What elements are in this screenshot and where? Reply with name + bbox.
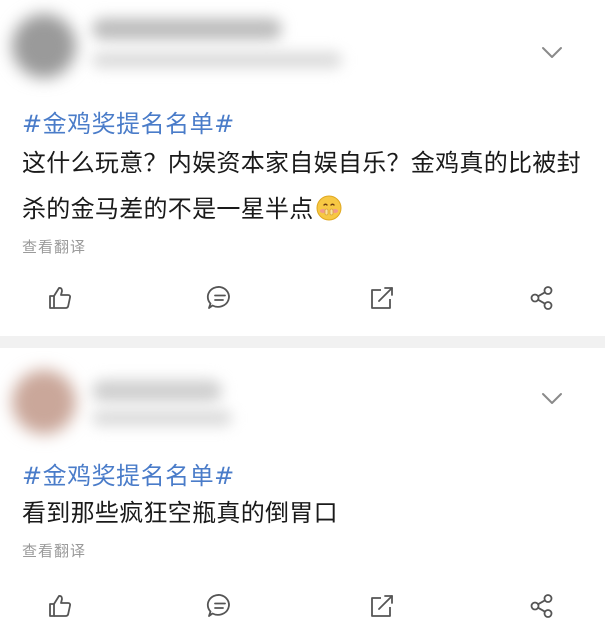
comment-button[interactable] <box>206 284 238 312</box>
repost-icon <box>371 595 393 617</box>
comment-button[interactable] <box>206 592 238 620</box>
avatar[interactable] <box>12 14 76 78</box>
chevron-down-icon[interactable] <box>541 46 563 60</box>
comment-icon <box>206 286 230 309</box>
like-button[interactable] <box>46 284 78 312</box>
chevron-down-icon[interactable] <box>541 392 563 406</box>
post-text: 这什么玩意？内娱资本家自娱自乐？金鸡真的比被封杀的金马差的不是一星半点 <box>22 140 592 232</box>
share-icon <box>530 594 553 618</box>
post-meta-blurred <box>92 52 342 68</box>
avatar[interactable] <box>12 370 76 434</box>
share-icon <box>530 286 553 310</box>
shy-face-emoji <box>316 195 342 221</box>
like-button[interactable] <box>46 592 78 620</box>
action-bar <box>0 278 605 318</box>
like-icon <box>49 287 71 309</box>
like-icon <box>49 595 71 617</box>
username-blurred[interactable] <box>92 380 222 402</box>
share-button[interactable] <box>528 592 560 620</box>
share-button[interactable] <box>528 284 560 312</box>
see-translation-link[interactable]: 查看翻译 <box>22 236 86 257</box>
post-text-body: 看到那些疯狂空瓶真的倒胃口 <box>22 499 338 527</box>
username-blurred[interactable] <box>92 18 282 40</box>
post-card: #金鸡奖提名名单# 看到那些疯狂空瓶真的倒胃口 查看翻译 <box>0 348 605 640</box>
repost-button[interactable] <box>368 592 400 620</box>
comment-icon <box>206 594 230 617</box>
action-bar <box>0 586 605 626</box>
repost-icon <box>371 287 393 309</box>
feed: #金鸡奖提名名单# 这什么玩意？内娱资本家自娱自乐？金鸡真的比被封杀的金马差的不… <box>0 0 605 640</box>
hashtag-link[interactable]: #金鸡奖提名名单# <box>22 104 235 139</box>
post-text: 看到那些疯狂空瓶真的倒胃口 <box>22 490 592 536</box>
repost-button[interactable] <box>368 284 400 312</box>
hashtag-link[interactable]: #金鸡奖提名名单# <box>22 456 235 491</box>
post-text-body: 这什么玩意？内娱资本家自娱自乐？金鸡真的比被封杀的金马差的不是一星半点 <box>22 149 581 223</box>
post-card: #金鸡奖提名名单# 这什么玩意？内娱资本家自娱自乐？金鸡真的比被封杀的金马差的不… <box>0 0 605 336</box>
post-meta-blurred <box>92 410 232 426</box>
see-translation-link[interactable]: 查看翻译 <box>22 540 86 561</box>
